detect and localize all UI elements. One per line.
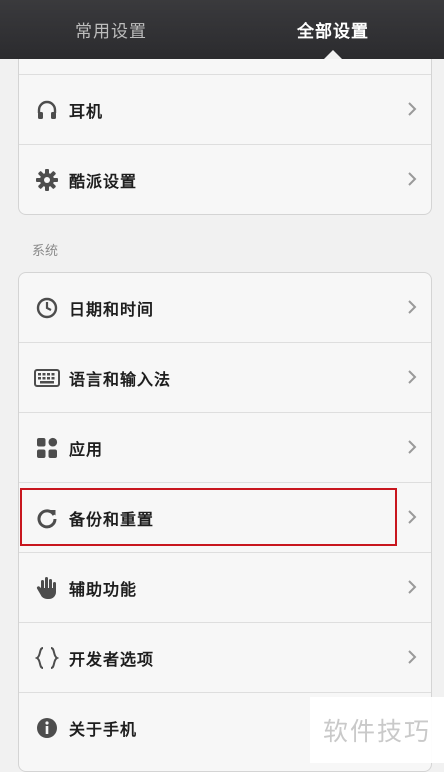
settings-item-accessibility[interactable]: 辅助功能	[19, 553, 431, 623]
keyboard-icon	[34, 365, 60, 391]
braces-icon	[34, 645, 60, 671]
settings-item-backup-reset[interactable]: 备份和重置	[19, 483, 431, 553]
settings-item-label: 耳机	[69, 101, 104, 121]
settings-item-apps[interactable]: 应用	[19, 413, 431, 483]
hand-icon	[34, 575, 60, 601]
chevron-right-icon	[408, 300, 417, 314]
settings-item-label: 关于手机	[69, 720, 138, 739]
settings-item-label: 备份和重置	[69, 509, 155, 529]
chevron-right-icon	[408, 370, 417, 384]
section-title-system: 系统	[32, 244, 59, 259]
watermark: 软件技巧	[310, 697, 444, 763]
headphones-icon	[34, 97, 60, 123]
settings-item-label: 应用	[69, 439, 104, 459]
chevron-right-icon	[408, 650, 417, 664]
settings-item-label: 辅助功能	[69, 579, 138, 599]
settings-item-developer-options[interactable]: 开发者选项	[19, 623, 431, 693]
tab-common-settings[interactable]: 常用设置	[0, 0, 222, 59]
settings-group-top: 耳机 酷派设置	[18, 59, 432, 215]
settings-item-language-input[interactable]: 语言和输入法	[19, 343, 431, 413]
settings-item-label: 酷派设置	[69, 172, 138, 191]
chevron-right-icon	[408, 580, 417, 594]
chevron-right-icon	[408, 172, 417, 186]
chevron-right-icon	[408, 440, 417, 454]
chevron-right-icon	[408, 102, 417, 116]
chevron-right-icon	[408, 510, 417, 524]
apps-grid-icon	[34, 435, 60, 461]
settings-item-label: 语言和输入法	[69, 369, 172, 389]
settings-tab-bar: 常用设置 全部设置	[0, 0, 444, 59]
clock-icon	[34, 295, 60, 321]
info-icon	[34, 715, 60, 741]
backup-refresh-icon	[34, 505, 60, 531]
settings-item-headphones[interactable]: 耳机	[19, 75, 431, 145]
settings-item-date-time[interactable]: 日期和时间	[19, 273, 431, 343]
tab-all-settings[interactable]: 全部设置	[222, 0, 444, 59]
watermark-text: 软件技巧	[322, 717, 431, 746]
gear-icon	[34, 167, 60, 193]
settings-item-coolpad-settings[interactable]: 酷派设置	[19, 145, 431, 214]
settings-item-label: 日期和时间	[69, 299, 155, 319]
settings-item-label: 开发者选项	[69, 649, 155, 669]
list-item-partial	[19, 59, 431, 75]
